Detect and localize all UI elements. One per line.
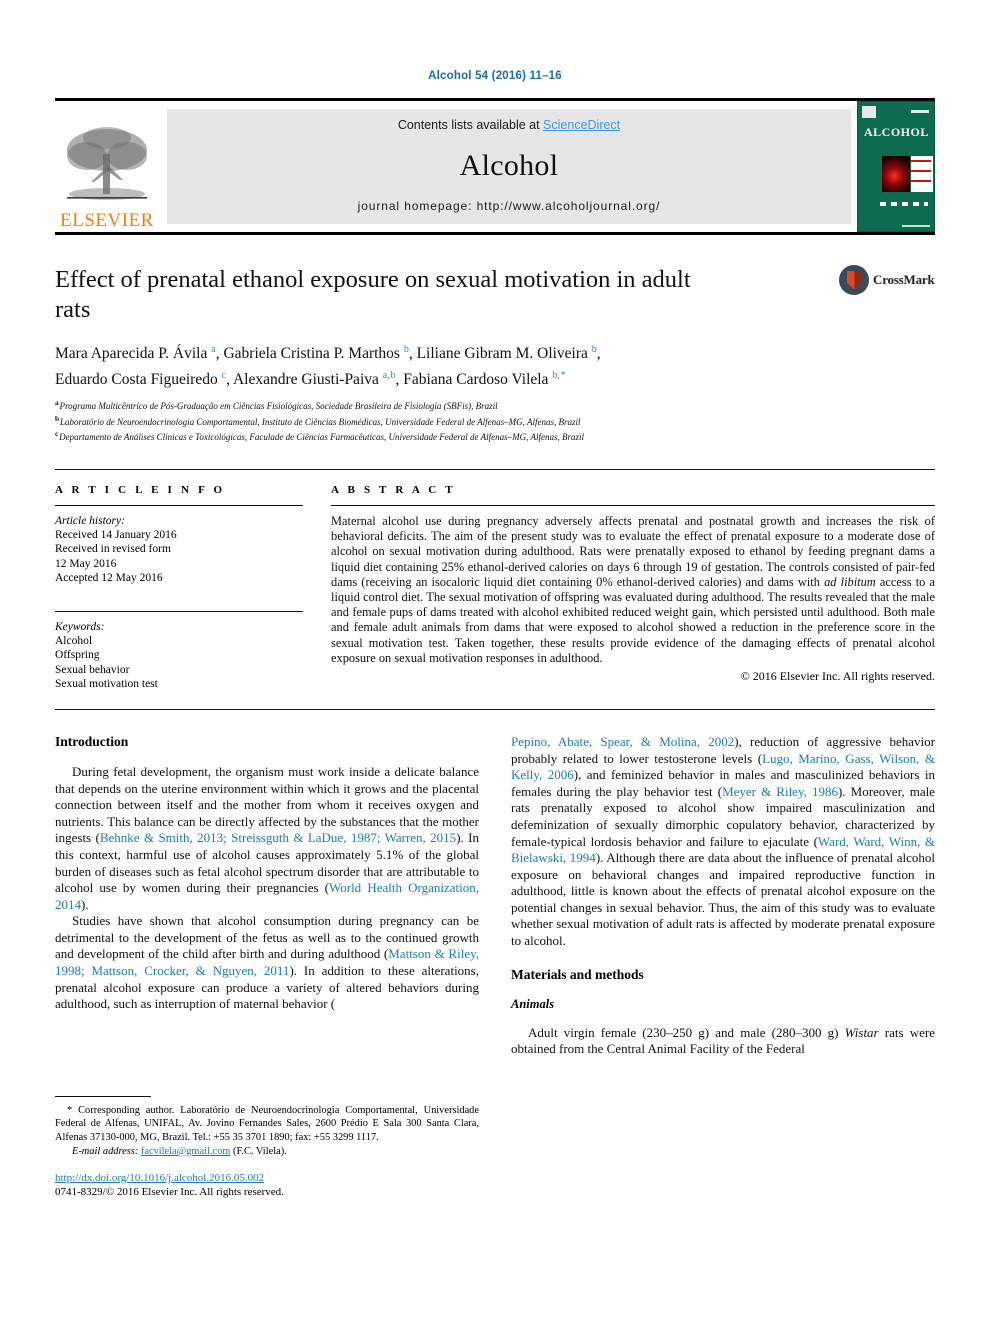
keywords-rule (55, 610, 303, 612)
elsevier-logo: ELSEVIER (55, 101, 159, 232)
footnote-block: * Corresponding author. Laboratório de N… (55, 1095, 479, 1199)
doi-block: http://dx.doi.org/10.1016/j.alcohol.2016… (55, 1171, 479, 1199)
keyword-item: Sexual behavior (55, 663, 130, 676)
cover-trace-image (911, 156, 933, 192)
author-list: Mara Aparecida P. Ávila a, Gabriela Cris… (55, 339, 915, 390)
cover-artwork: ALCOHOL (858, 102, 934, 231)
citation-meyer-riley[interactable]: Meyer & Riley, 1986 (722, 784, 838, 799)
crossmark-badge[interactable]: CrossMark (839, 265, 935, 295)
section-heading-materials-and-methods: Materials and methods (511, 966, 644, 982)
cover-top-rule (911, 110, 929, 113)
history-item: Received 14 January 2016 (55, 529, 177, 542)
email-attribution: (F.C. Vilela). (232, 1145, 287, 1157)
cover-corner-mark (862, 106, 876, 118)
elsevier-wordmark: ELSEVIER (60, 210, 154, 231)
affiliation-a: a Programa Multicêntrico de Pós-Graduaçã… (55, 398, 498, 412)
footnote-rule (55, 1095, 151, 1097)
crossmark-icon (839, 265, 869, 295)
cover-footer-mark (902, 225, 930, 227)
keywords-label: Keywords: (55, 620, 105, 633)
intro-paragraph-1: During fetal development, the organism m… (55, 763, 479, 912)
article-info-heading: A R T I C L E I N F O (55, 483, 226, 496)
affiliation-c: c Departamento de Análises Clínicas e To… (55, 428, 584, 442)
page-title: Effect of prenatal ethanol exposure on s… (55, 266, 691, 323)
cover-text-bars (880, 202, 928, 206)
author-line-2: Eduardo Costa Figueiredo c, Alexandre Gi… (55, 369, 566, 388)
abstract-italic-term: ad libitum (824, 574, 876, 589)
corresponding-author-note: * Corresponding author. Laboratório de N… (55, 1104, 479, 1143)
doi-link[interactable]: http://dx.doi.org/10.1016/j.alcohol.2016… (55, 1172, 264, 1184)
journal-band: Contents lists available at ScienceDirec… (167, 109, 851, 224)
email-link[interactable]: facvilela@gmail.com (141, 1146, 230, 1157)
info-abstract-region: A R T I C L E I N F O Article history: R… (55, 468, 935, 691)
cover-neuron-image (882, 156, 910, 192)
email-note: E-mail address: facvilela@gmail.com (F.C… (55, 1146, 479, 1157)
history-item: 12 May 2016 (55, 557, 117, 570)
abstract-rule (331, 504, 935, 506)
abstract-heading: A B S T R A C T (331, 483, 456, 496)
journal-masthead: ELSEVIER Contents lists available at Sci… (55, 98, 935, 232)
keyword-item: Alcohol (55, 635, 93, 648)
title-block: CrossMark Effect of prenatal ethanol exp… (55, 265, 935, 443)
author-line-1: Mara Aparecida P. Ávila a, Gabriela Cris… (55, 344, 601, 363)
issn-copyright-line: 0741-8329/© 2016 Elsevier Inc. All right… (55, 1185, 284, 1198)
article-history: Article history: Received 14 January 201… (55, 514, 303, 585)
body-column-right: Pepino, Abate, Spear, & Molina, 2002), r… (511, 734, 935, 1199)
contents-available-line: Contents lists available at ScienceDirec… (398, 118, 620, 132)
citation-behnke-smith[interactable]: Behnke & Smith, 2013; Streissguth & LaDu… (100, 830, 456, 845)
email-label: E-mail address: (72, 1145, 139, 1157)
history-label: Article history: (55, 514, 125, 527)
animals-paragraph-1: Adult virgin female (230–250 g) and male… (511, 1024, 935, 1057)
article-info-rule (55, 504, 303, 506)
journal-title: Alcohol (459, 148, 559, 182)
body-columns: Introduction During fetal development, t… (55, 734, 935, 1199)
history-item: Received in revised form (55, 543, 171, 556)
citation-pepino-2002[interactable]: Pepino, Abate, Spear, & Molina, 2002 (511, 734, 734, 749)
intro-paragraph-2-continued: Pepino, Abate, Spear, & Molina, 2002), r… (511, 733, 935, 949)
affiliation-b: b Laboratório de Neuroendocrinologia Com… (55, 413, 581, 427)
contents-prefix: Contents lists available at (397, 118, 544, 132)
abstract-text: Maternal alcohol use during pregnancy ad… (331, 514, 935, 666)
cover-journal-title: ALCOHOL (864, 125, 929, 139)
crossmark-label: CrossMark (873, 272, 935, 287)
running-head: Alcohol 54 (2016) 11–16 (428, 70, 562, 82)
sciencedirect-link[interactable]: ScienceDirect (543, 118, 620, 132)
keywords-group: Keywords: Alcohol Offspring Sexual behav… (55, 620, 303, 691)
intro-paragraph-2: Studies have shown that alcohol consumpt… (55, 913, 479, 1012)
elsevier-tree-icon (67, 127, 147, 200)
abstract-copyright: © 2016 Elsevier Inc. All rights reserved… (740, 668, 935, 683)
article-page: Alcohol 54 (2016) 11–16 ELSEVIER Content… (0, 0, 990, 1320)
affiliations: a Programa Multicêntrico de Pós-Graduaçã… (55, 397, 935, 443)
journal-cover-thumbnail[interactable]: ALCOHOL (857, 101, 935, 232)
body-column-left: Introduction During fetal development, t… (55, 734, 479, 1199)
keyword-item: Offspring (55, 649, 100, 662)
masthead-bottom-rule (55, 232, 935, 235)
journal-homepage[interactable]: journal homepage: http://www.alcoholjour… (358, 199, 661, 213)
subsection-heading-animals: Animals (511, 996, 555, 1011)
keyword-item: Sexual motivation test (55, 677, 158, 690)
abstract-column: A B S T R A C T Maternal alcohol use dur… (331, 484, 935, 691)
section-heading-introduction: Introduction (55, 733, 129, 749)
history-item: Accepted 12 May 2016 (55, 571, 163, 584)
article-info-column: A R T I C L E I N F O Article history: R… (55, 484, 303, 691)
body-top-rule (55, 708, 935, 710)
